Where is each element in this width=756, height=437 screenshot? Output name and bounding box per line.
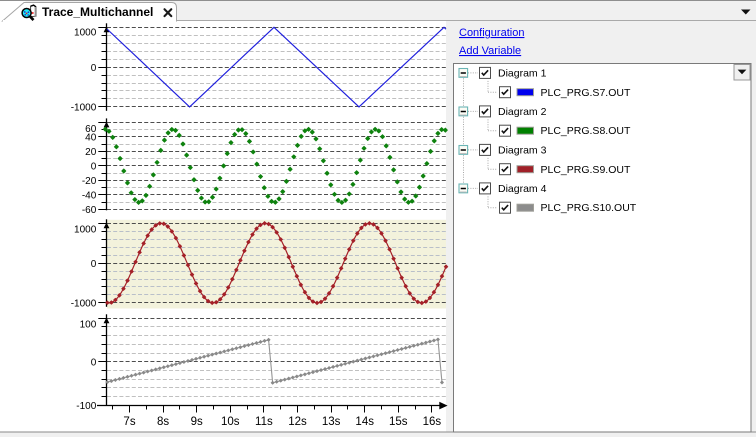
svg-text:-40: -40 bbox=[82, 191, 97, 202]
svg-text:9s: 9s bbox=[191, 416, 203, 428]
svg-text:-1000: -1000 bbox=[71, 103, 97, 114]
svg-text:-100: -100 bbox=[76, 401, 96, 412]
svg-text:0: 0 bbox=[91, 358, 97, 369]
svg-text:0: 0 bbox=[91, 162, 97, 173]
svg-text:Diagram 2: Diagram 2 bbox=[498, 106, 547, 118]
svg-text:PLC_PRG.S10.OUT: PLC_PRG.S10.OUT bbox=[541, 202, 637, 214]
svg-text:16s: 16s bbox=[423, 416, 442, 428]
svg-text:20: 20 bbox=[85, 147, 97, 158]
svg-text:-60: -60 bbox=[82, 205, 97, 216]
svg-text:Diagram 1: Diagram 1 bbox=[498, 68, 547, 80]
svg-text:Diagram 4: Diagram 4 bbox=[498, 183, 547, 195]
svg-text:12s: 12s bbox=[288, 416, 307, 428]
svg-text:15s: 15s bbox=[389, 416, 408, 428]
svg-text:1000: 1000 bbox=[74, 27, 97, 38]
svg-text:40: 40 bbox=[85, 133, 97, 144]
svg-text:PLC_PRG.S9.OUT: PLC_PRG.S9.OUT bbox=[541, 164, 631, 176]
svg-text:8s: 8s bbox=[157, 416, 169, 428]
svg-text:1000: 1000 bbox=[74, 224, 97, 235]
svg-text:11s: 11s bbox=[255, 416, 273, 428]
svg-text:13s: 13s bbox=[322, 416, 341, 428]
svg-text:14s: 14s bbox=[355, 416, 374, 428]
svg-text:10s: 10s bbox=[221, 416, 240, 428]
svg-text:-1000: -1000 bbox=[71, 299, 97, 310]
svg-text:0: 0 bbox=[91, 259, 97, 270]
svg-text:Configuration: Configuration bbox=[459, 27, 524, 39]
svg-text:Add Variable: Add Variable bbox=[459, 45, 521, 57]
svg-text:7s: 7s bbox=[123, 416, 135, 428]
svg-text:Trace_Multichannel: Trace_Multichannel bbox=[42, 5, 153, 19]
svg-text:100: 100 bbox=[80, 319, 97, 330]
svg-text:PLC_PRG.S7.OUT: PLC_PRG.S7.OUT bbox=[541, 87, 631, 99]
svg-text:0: 0 bbox=[91, 63, 97, 74]
svg-text:PLC_PRG.S8.OUT: PLC_PRG.S8.OUT bbox=[541, 125, 631, 137]
svg-text:-20: -20 bbox=[82, 176, 97, 187]
svg-text:Diagram 3: Diagram 3 bbox=[498, 145, 547, 157]
